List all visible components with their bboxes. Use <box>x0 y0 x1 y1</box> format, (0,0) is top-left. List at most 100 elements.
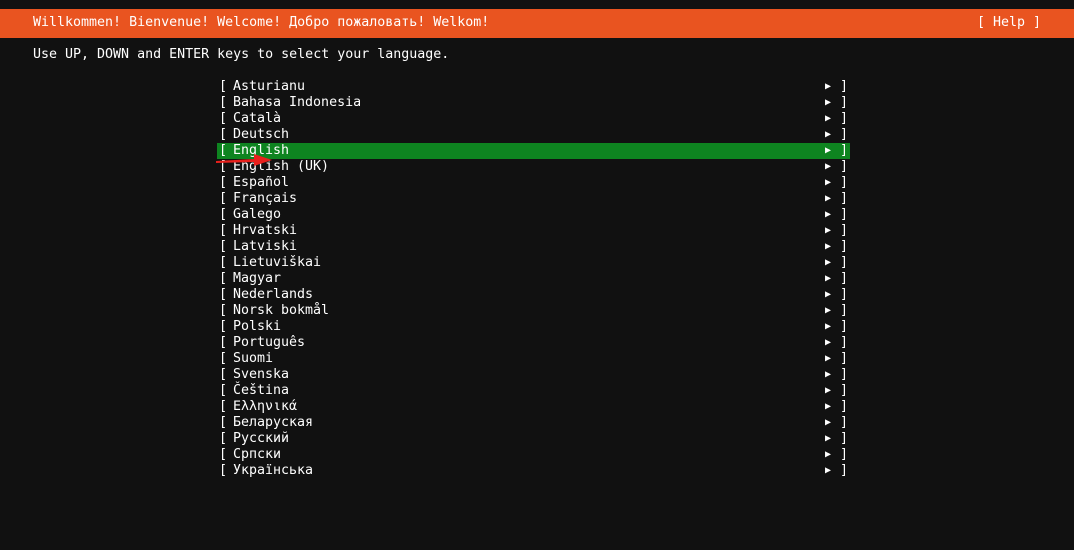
open-bracket: [ <box>219 95 228 110</box>
close-bracket: ] <box>840 351 849 366</box>
language-option[interactable]: [Русский ▶] <box>217 431 850 447</box>
language-option[interactable]: [ Українська ▶] <box>217 463 850 479</box>
language-label: Українська <box>233 463 314 478</box>
language-option[interactable]: [Беларуская ▶] <box>217 415 850 431</box>
language-option[interactable]: [Português ▶] <box>217 335 850 351</box>
right-arrow-icon: ▶ <box>825 81 832 92</box>
close-bracket: ] <box>840 143 849 158</box>
language-label: Magyar <box>233 271 282 286</box>
language-option[interactable]: [Galego ▶] <box>217 207 850 223</box>
right-arrow-icon: ▶ <box>825 337 832 348</box>
right-arrow-icon: ▶ <box>825 401 832 412</box>
language-option[interactable]: [Español ▶] <box>217 175 850 191</box>
language-option[interactable]: [Català ▶] <box>217 111 850 127</box>
language-option[interactable]: [Polski ▶] <box>217 319 850 335</box>
open-bracket: [ <box>219 319 228 334</box>
close-bracket: ] <box>840 207 849 222</box>
open-bracket: [ <box>219 399 228 414</box>
open-bracket: [ <box>219 463 228 478</box>
language-label: Français <box>233 191 298 206</box>
right-arrow-icon: ▶ <box>825 177 832 188</box>
language-label: Galego <box>233 207 282 222</box>
close-bracket: ] <box>840 463 849 478</box>
language-option[interactable]: [Nederlands ▶] <box>217 287 850 303</box>
close-bracket: ] <box>840 239 849 254</box>
language-label: Deutsch <box>233 127 290 142</box>
language-label: Bahasa Indonesia <box>233 95 362 110</box>
help-button[interactable]: [ Help ] <box>977 15 1041 31</box>
right-arrow-icon: ▶ <box>825 225 832 236</box>
right-arrow-icon: ▶ <box>825 369 832 380</box>
open-bracket: [ <box>219 175 228 190</box>
language-option[interactable]: [Српски ▶] <box>217 447 850 463</box>
close-bracket: ] <box>840 79 849 94</box>
language-option[interactable]: [ Ελληνικά ▶] <box>217 399 850 415</box>
header-bar: Willkommen! Bienvenue! Welcome! Добро по… <box>0 9 1074 38</box>
language-option[interactable]: [English (UK) ▶] <box>217 159 850 175</box>
open-bracket: [ <box>219 143 228 158</box>
close-bracket: ] <box>840 431 849 446</box>
language-option[interactable]: [Asturianu ▶] <box>217 79 850 95</box>
language-option[interactable]: [Bahasa Indonesia ▶] <box>217 95 850 111</box>
open-bracket: [ <box>219 335 228 350</box>
language-label: Español <box>233 175 290 190</box>
open-bracket: [ <box>219 159 228 174</box>
header-title: Willkommen! Bienvenue! Welcome! Добро по… <box>33 15 490 30</box>
open-bracket: [ <box>219 351 228 366</box>
right-arrow-icon: ▶ <box>825 289 832 300</box>
language-label: Српски <box>233 447 282 462</box>
close-bracket: ] <box>840 335 849 350</box>
language-option[interactable]: [ Hrvatski ▶] <box>217 223 850 239</box>
close-bracket: ] <box>840 127 849 142</box>
language-option[interactable]: [Norsk bokmål ▶] <box>217 303 850 319</box>
language-option[interactable]: [Deutsch ▶] <box>217 127 850 143</box>
language-list: [Asturianu ▶] [Bahasa Indonesia ▶] [Català ▶]… <box>217 79 850 479</box>
language-option[interactable]: [Lietuviškai ▶] <box>217 255 850 271</box>
right-arrow-icon: ▶ <box>825 273 832 284</box>
close-bracket: ] <box>840 447 849 462</box>
open-bracket: [ <box>219 191 228 206</box>
close-bracket: ] <box>840 383 849 398</box>
language-option[interactable]: [English ▶] <box>217 143 850 159</box>
close-bracket: ] <box>840 319 849 334</box>
close-bracket: ] <box>840 223 849 238</box>
language-label: Latviski <box>233 239 298 254</box>
open-bracket: [ <box>219 415 228 430</box>
right-arrow-icon: ▶ <box>825 385 832 396</box>
open-bracket: [ <box>219 223 228 238</box>
close-bracket: ] <box>840 255 849 270</box>
language-option[interactable]: [Français ▶] <box>217 191 850 207</box>
right-arrow-icon: ▶ <box>825 113 832 124</box>
open-bracket: [ <box>219 255 228 270</box>
right-arrow-icon: ▶ <box>825 449 832 460</box>
language-label: Català <box>233 111 282 126</box>
language-option[interactable]: [Magyar ▶] <box>217 271 850 287</box>
close-bracket: ] <box>840 111 849 126</box>
language-option[interactable]: [Čeština ▶] <box>217 383 850 399</box>
close-bracket: ] <box>840 399 849 414</box>
open-bracket: [ <box>219 239 228 254</box>
language-label: Ελληνικά <box>233 399 298 414</box>
open-bracket: [ <box>219 431 228 446</box>
right-arrow-icon: ▶ <box>825 465 832 476</box>
right-arrow-icon: ▶ <box>825 353 832 364</box>
close-bracket: ] <box>840 367 849 382</box>
language-label: Suomi <box>233 351 274 366</box>
language-label: Hrvatski <box>233 223 298 238</box>
language-label: Беларуская <box>233 415 314 430</box>
close-bracket: ] <box>840 159 849 174</box>
language-label: Norsk bokmål <box>233 303 330 318</box>
right-arrow-icon: ▶ <box>825 321 832 332</box>
language-option[interactable]: [Svenska ▶] <box>217 367 850 383</box>
right-arrow-icon: ▶ <box>825 305 832 316</box>
right-arrow-icon: ▶ <box>825 433 832 444</box>
instruction-text: Use UP, DOWN and ENTER keys to select yo… <box>33 47 450 62</box>
open-bracket: [ <box>219 271 228 286</box>
open-bracket: [ <box>219 303 228 318</box>
language-option[interactable]: [Latviski ▶] <box>217 239 850 255</box>
open-bracket: [ <box>219 287 228 302</box>
language-label: Nederlands <box>233 287 314 302</box>
right-arrow-icon: ▶ <box>825 161 832 172</box>
language-option[interactable]: [ Suomi ▶] <box>217 351 850 367</box>
right-arrow-icon: ▶ <box>825 417 832 428</box>
